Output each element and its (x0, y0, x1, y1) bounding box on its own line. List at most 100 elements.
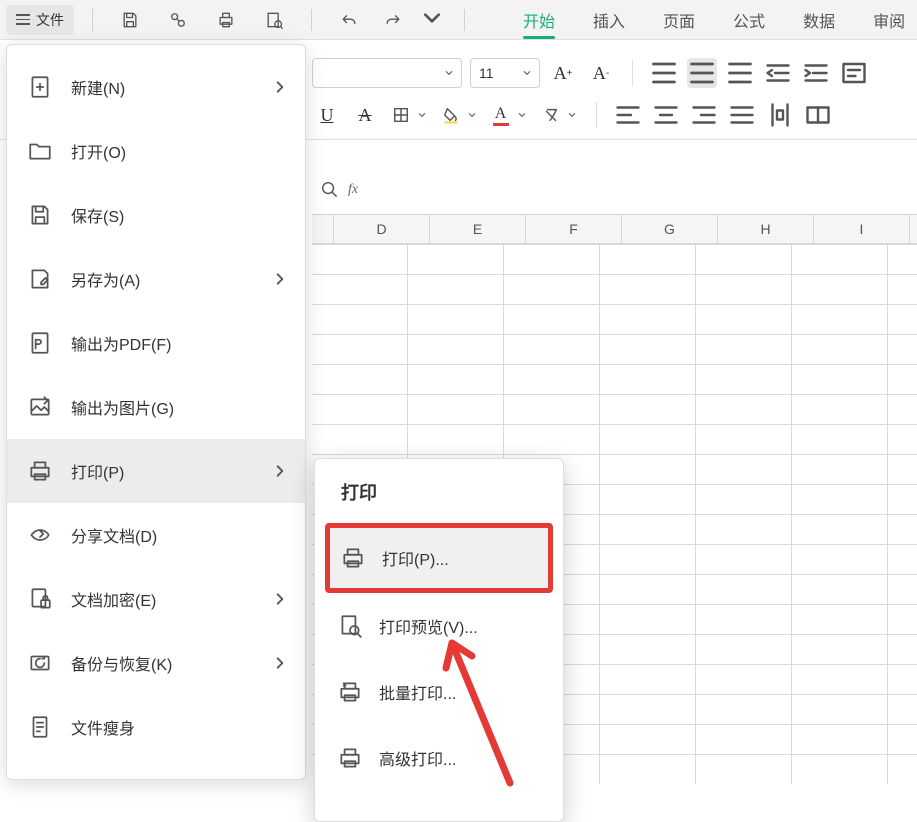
submenu-advanced[interactable]: 高级打印... (315, 725, 563, 791)
font-dropdown[interactable] (312, 58, 462, 88)
tab-data[interactable]: 数据 (803, 0, 835, 39)
menu-save-as[interactable]: 另存为(A) (7, 247, 305, 311)
wrap-text-icon[interactable] (839, 58, 869, 88)
colcell-e[interactable]: E (430, 215, 526, 243)
titlebar: 文件 开始 插入 页面 (0, 0, 917, 40)
hamburger-icon (16, 14, 30, 25)
menu-label: 另存为(A) (71, 267, 140, 291)
preview-icon (337, 613, 363, 639)
submenu-label: 打印(P)... (382, 546, 449, 570)
new-file-icon (27, 74, 53, 100)
printer-icon (27, 458, 53, 484)
separator (464, 9, 465, 31)
undo-redo-group (334, 5, 442, 35)
align-top-icon[interactable] (649, 58, 679, 88)
colcell-f[interactable]: F (526, 215, 622, 243)
indent-increase-icon[interactable] (801, 58, 831, 88)
print-submenu-title: 打印 (315, 479, 563, 523)
submenu-label: 高级打印... (379, 746, 456, 770)
align-center-icon[interactable] (651, 100, 681, 130)
link-icon[interactable] (163, 5, 193, 35)
align-bottom-icon[interactable] (725, 58, 755, 88)
font-grow-icon[interactable]: A+ (548, 58, 578, 88)
advanced-print-icon (337, 745, 363, 771)
tab-page[interactable]: 页面 (663, 0, 695, 39)
menu-encrypt[interactable]: 文档加密(E) (7, 567, 305, 631)
submenu-preview[interactable]: 打印预览(V)... (315, 593, 563, 659)
separator (596, 102, 597, 128)
redo-icon[interactable] (378, 5, 408, 35)
backup-icon (27, 650, 53, 676)
menu-label: 输出为PDF(F) (71, 331, 171, 355)
tab-start[interactable]: 开始 (523, 0, 555, 39)
menu-label: 分享文档(D) (71, 523, 157, 547)
font-size-dropdown[interactable]: 11 (470, 58, 540, 88)
tab-review[interactable]: 审阅 (873, 0, 905, 39)
menu-save[interactable]: 保存(S) (7, 183, 305, 247)
submenu-batch[interactable]: 批量打印... (315, 659, 563, 725)
menu-export-image[interactable]: 输出为图片(G) (7, 375, 305, 439)
column-header: D E F G H I (312, 214, 917, 244)
menu-label: 保存(S) (71, 203, 124, 227)
colcell-i[interactable]: I (814, 215, 910, 243)
menu-new[interactable]: 新建(N) (7, 55, 305, 119)
file-menu-button[interactable]: 文件 (6, 5, 74, 35)
font-size-value: 11 (479, 65, 494, 81)
menu-backup[interactable]: 备份与恢复(K) (7, 631, 305, 695)
save-icon[interactable] (115, 5, 145, 35)
image-export-icon (27, 394, 53, 420)
colcell-g[interactable]: G (622, 215, 718, 243)
search-icon[interactable] (320, 180, 338, 201)
undo-icon[interactable] (334, 5, 364, 35)
submenu-label: 批量打印... (379, 680, 456, 704)
menu-label: 备份与恢复(K) (71, 651, 172, 675)
ribbon-tabs: 开始 插入 页面 公式 数据 审阅 (523, 0, 905, 39)
menu-open[interactable]: 打开(O) (7, 119, 305, 183)
print-preview-icon[interactable] (259, 5, 289, 35)
formula-bar: fx (312, 170, 917, 210)
menu-share[interactable]: 分享文档(D) (7, 503, 305, 567)
tab-formula[interactable]: 公式 (733, 0, 765, 39)
print-icon[interactable] (211, 5, 241, 35)
ribbon-row-bottom: U A A (312, 100, 917, 130)
share-icon (27, 522, 53, 548)
ribbon-row-top: 11 A+ A- (312, 58, 917, 88)
fill-color-icon[interactable] (438, 100, 480, 130)
colcell-d[interactable]: D (334, 215, 430, 243)
menu-export-pdf[interactable]: 输出为PDF(F) (7, 311, 305, 375)
chevron-right-icon (273, 656, 287, 670)
distribute-horizontal-icon[interactable] (765, 100, 795, 130)
pdf-icon (27, 330, 53, 356)
menu-fileslim[interactable]: 文件瘦身 (7, 695, 305, 759)
menu-label: 打开(O) (71, 139, 126, 163)
strikethrough-icon[interactable]: A (350, 100, 380, 130)
align-middle-icon[interactable] (687, 58, 717, 88)
batch-print-icon (337, 679, 363, 705)
chevron-right-icon (273, 80, 287, 94)
tab-insert[interactable]: 插入 (593, 0, 625, 39)
separator (92, 9, 93, 31)
separator (632, 60, 633, 86)
align-justify-icon[interactable] (727, 100, 757, 130)
clear-format-icon[interactable] (538, 100, 580, 130)
merge-cells-icon[interactable] (803, 100, 833, 130)
borders-icon[interactable] (388, 100, 430, 130)
fileslim-icon (27, 714, 53, 740)
menu-label: 新建(N) (71, 75, 125, 99)
chevron-right-icon (273, 592, 287, 606)
align-left-icon[interactable] (613, 100, 643, 130)
colcell-pad (312, 215, 334, 243)
menu-label: 文件瘦身 (71, 715, 135, 739)
file-menu: 新建(N) 打开(O) 保存(S) 另存为(A) 输出为PDF(F) 输出为图片… (6, 44, 306, 780)
menu-print[interactable]: 打印(P) (7, 439, 305, 503)
font-shrink-icon[interactable]: A- (586, 58, 616, 88)
align-right-icon[interactable] (689, 100, 719, 130)
underline-icon[interactable]: U (312, 100, 342, 130)
submenu-print[interactable]: 打印(P)... (325, 523, 553, 593)
colcell-h[interactable]: H (718, 215, 814, 243)
save-disk-icon (27, 202, 53, 228)
printer-icon (340, 545, 366, 571)
indent-decrease-icon[interactable] (763, 58, 793, 88)
font-color-icon[interactable]: A (488, 100, 530, 130)
redo-dropdown-icon[interactable] (422, 8, 442, 31)
